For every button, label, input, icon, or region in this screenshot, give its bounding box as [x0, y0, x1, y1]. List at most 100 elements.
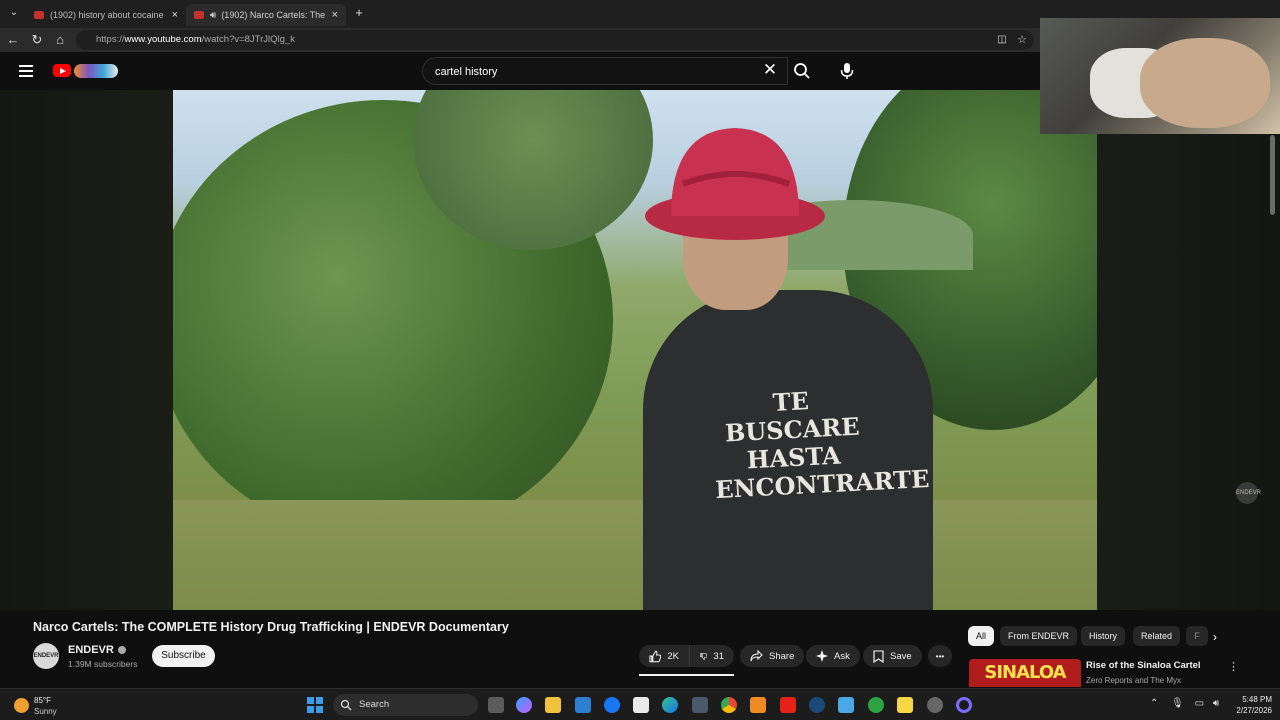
taskbar-search[interactable]: Search: [333, 694, 478, 716]
url-path: /watch?v=8JTrJlQlg_k: [201, 34, 295, 45]
task-view-icon[interactable]: [488, 697, 504, 713]
taskbar-clock[interactable]: 5:48 PM 2/27/2026: [1226, 694, 1272, 716]
windows-taskbar: 85°F Sunny Search ⌃ 🎙︎ ▭ 🔊︎ 5:48 PM 2/27…: [0, 688, 1280, 720]
split-screen-icon[interactable]: ◫: [994, 32, 1010, 48]
grass-field: [173, 500, 1097, 610]
copilot-icon[interactable]: [516, 697, 532, 713]
ask-button[interactable]: Ask: [806, 645, 860, 667]
chip-all[interactable]: All: [968, 626, 995, 646]
tab-title: (1902) Narco Cartels: The CO: [221, 10, 326, 20]
subscribe-button[interactable]: Subscribe: [152, 645, 215, 667]
speaker-icon[interactable]: 🔊︎: [210, 10, 216, 21]
calculator-icon[interactable]: [692, 697, 708, 713]
channel-avatar[interactable]: ENDEVR: [33, 643, 59, 669]
webcam-overlay: [1040, 18, 1280, 134]
chip-history[interactable]: History: [1081, 626, 1126, 646]
show-hidden-icons-chevron-icon[interactable]: ⌃: [1150, 698, 1158, 709]
youtube-favicon-icon: [34, 11, 44, 19]
hamburger-menu-icon[interactable]: [19, 65, 33, 77]
like-button[interactable]: 2K: [639, 645, 689, 667]
weather-temperature: 85°F: [34, 696, 51, 705]
steam-icon[interactable]: [809, 697, 825, 713]
chrome-icon[interactable]: [721, 697, 737, 713]
facebook-icon[interactable]: [604, 697, 620, 713]
search-icon: [794, 63, 810, 79]
chevron-right-icon[interactable]: ›: [1213, 630, 1217, 644]
bookmark-icon: [873, 649, 884, 663]
sun-icon: [14, 698, 29, 713]
video-frame[interactable]: TE BUSCARE HASTA ENCONTRARTE: [173, 90, 1097, 610]
xbox-icon[interactable]: [868, 697, 884, 713]
thumbs-up-icon: [649, 650, 662, 662]
reload-icon[interactable]: ↻: [29, 32, 45, 48]
windows-start-icon[interactable]: [307, 697, 323, 713]
more-actions-button[interactable]: •••: [928, 645, 952, 667]
edge-browser-icon[interactable]: [662, 697, 678, 713]
home-icon[interactable]: ⌂: [52, 32, 68, 48]
url-domain: www.youtube.com: [124, 34, 202, 45]
chip-related[interactable]: Related: [1133, 626, 1181, 646]
like-ratio-bar: [639, 674, 734, 676]
search-button[interactable]: [788, 57, 816, 85]
microsoft-store-icon[interactable]: [575, 697, 591, 713]
favorite-star-icon[interactable]: ☆: [1014, 32, 1030, 48]
close-tab-icon[interactable]: ×: [332, 9, 338, 21]
related-video-title[interactable]: Rise of the Sinaloa Cartel: [1086, 660, 1201, 671]
video-title: Narco Cartels: The COMPLETE History Drug…: [33, 620, 509, 634]
share-arrow-icon: [750, 650, 763, 662]
settings-gear-icon[interactable]: [927, 697, 943, 713]
youtube-logo[interactable]: [53, 64, 71, 77]
share-button[interactable]: Share: [740, 645, 805, 667]
microphone-icon: [840, 63, 854, 79]
ask-label: Ask: [834, 650, 850, 662]
new-tab-button[interactable]: +: [351, 5, 367, 21]
save-label: Save: [890, 650, 912, 662]
voice-search-button[interactable]: [834, 58, 860, 84]
channel-name-text: ENDEVR: [68, 644, 114, 656]
sticky-notes-icon[interactable]: [897, 697, 913, 713]
chip-from-endevr[interactable]: From ENDEVR: [1000, 626, 1078, 646]
weather-widget[interactable]: 85°F Sunny: [14, 694, 94, 718]
browser-tab-cocaine-history[interactable]: (1902) history about cocaine - Yo ×: [26, 4, 186, 26]
address-bar[interactable]: https://www.youtube.com/watch?v=8JTrJlQl…: [76, 30, 1034, 50]
network-icon[interactable]: ▭: [1195, 698, 1204, 709]
shirt-line-1: TE BUSCARE: [724, 386, 861, 448]
subscriber-count: 1.39M subscribers: [68, 659, 138, 669]
cortana-ring-icon[interactable]: [956, 697, 972, 713]
dislike-button[interactable]: 31: [689, 645, 734, 667]
dislike-count: 31: [713, 650, 724, 662]
ambient-left-panel: [0, 90, 173, 610]
close-tab-icon[interactable]: ×: [172, 9, 178, 21]
taskbar-search-icon: [340, 699, 352, 711]
ambient-right-panel: [1097, 90, 1280, 610]
back-arrow-icon[interactable]: ←: [5, 32, 21, 48]
microphone-tray-icon[interactable]: 🎙︎: [1171, 698, 1184, 709]
channel-name[interactable]: ENDEVR: [68, 644, 126, 656]
vlc-icon[interactable]: [750, 697, 766, 713]
tab-list-chevron-icon[interactable]: ⌄: [6, 5, 22, 21]
file-explorer-icon[interactable]: [545, 697, 561, 713]
youtube-app-icon[interactable]: [780, 697, 796, 713]
system-tray: ⌃ 🎙︎ ▭ 🔊︎: [1150, 698, 1230, 712]
related-video-channel: Zero Reports and The Myx: [1086, 676, 1182, 685]
webcam-person: [1140, 38, 1270, 128]
share-label: Share: [769, 650, 795, 662]
weather-condition: Sunny: [34, 707, 57, 716]
related-video-thumbnail[interactable]: SINALOA: [969, 659, 1081, 687]
amazon-icon[interactable]: [633, 697, 649, 713]
chip-partial[interactable]: F: [1186, 626, 1208, 646]
search-input[interactable]: cartel history: [422, 57, 788, 85]
app-icon-blue[interactable]: [838, 697, 854, 713]
video-player[interactable]: TE BUSCARE HASTA ENCONTRARTE: [0, 90, 1280, 610]
browser-tab-narco-cartels[interactable]: 🔊︎ (1902) Narco Cartels: The CO ×: [186, 4, 346, 26]
volume-icon[interactable]: 🔊︎: [1213, 698, 1219, 709]
thumbs-down-icon: [700, 652, 708, 660]
channel-watermark[interactable]: ENDEVR: [1236, 482, 1261, 504]
youtube-doodle-logo[interactable]: [74, 64, 118, 78]
clear-search-icon[interactable]: ✕: [762, 60, 778, 80]
save-button[interactable]: Save: [863, 645, 922, 667]
clock-time: 5:48 PM: [1242, 695, 1272, 704]
related-more-vertical-icon[interactable]: ⋮: [1228, 660, 1239, 673]
page-scrollbar[interactable]: [1270, 135, 1275, 215]
browser-toolbar: ← ↻ ⌂ https://www.youtube.com/watch?v=8J…: [0, 28, 1040, 52]
